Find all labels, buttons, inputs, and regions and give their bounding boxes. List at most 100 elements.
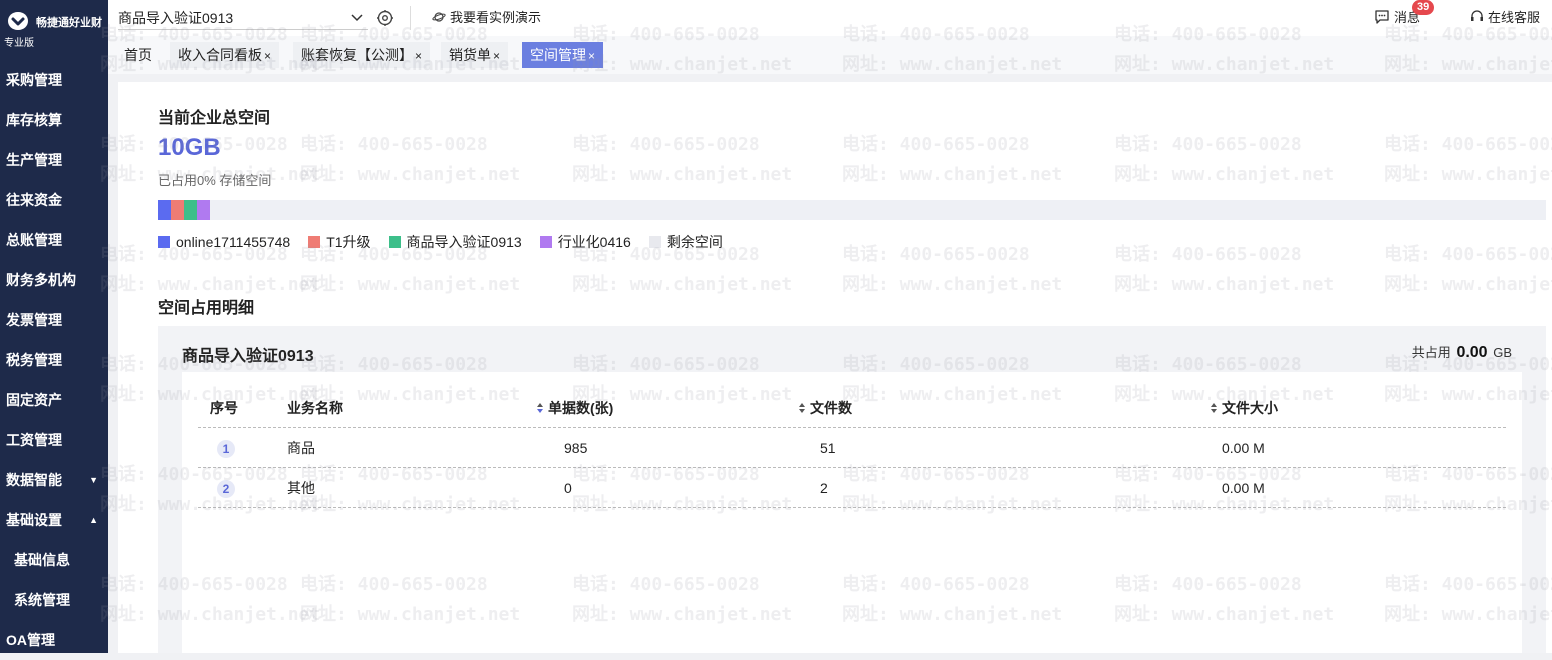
row-size-cell: 0.00 M [1222, 428, 1265, 468]
legend-label: 行业化0416 [557, 234, 631, 250]
row-files-cell: 2 [820, 468, 828, 508]
logo[interactable]: 畅捷通好业财 专业版 [4, 8, 106, 49]
online-support-button[interactable]: 在线客服 [1470, 9, 1540, 27]
col-header-files-label: 文件数 [810, 400, 852, 416]
sidebar-item-fixed-assets[interactable]: 固定资产 [0, 380, 108, 420]
usage-segment[interactable] [197, 200, 210, 220]
main-content: 当前企业总空间 10GB 已占用0% 存储空间 online1711455748… [118, 82, 1552, 653]
row-index: 2 [217, 480, 235, 498]
close-icon[interactable]: × [493, 49, 500, 63]
account-select[interactable]: 商品导入验证0913 [118, 6, 368, 30]
legend-item: 商品导入验证0913 [388, 234, 522, 250]
total-space-title: 当前企业总空间 [158, 110, 271, 127]
sidebar-item-label: 库存核算 [6, 112, 62, 128]
divider [410, 6, 411, 30]
tab-4[interactable]: 空间管理 × [522, 42, 604, 68]
row-docs-cell: 985 [564, 428, 587, 468]
legend-label: 剩余空间 [666, 234, 723, 250]
tab-2[interactable]: 账套恢复【公测】 × [293, 42, 431, 68]
settings-icon[interactable] [376, 9, 394, 27]
caret-up-icon: ▲ [89, 515, 98, 525]
row-files: 2 [820, 480, 828, 496]
sidebar-item-label: 税务管理 [6, 352, 62, 368]
sidebar-item-label: 固定资产 [6, 392, 62, 408]
sidebar-item-funds[interactable]: 往来资金 [0, 180, 108, 220]
sidebar-item-system[interactable]: 系统管理 [0, 580, 108, 620]
sidebar-item-production[interactable]: 生产管理 [0, 140, 108, 180]
caret-down-icon: ▼ [89, 475, 98, 485]
sidebar-item-label: 系统管理 [14, 592, 70, 608]
sidebar-item-label: 往来资金 [6, 192, 62, 208]
row-files: 51 [820, 440, 836, 456]
col-header-size[interactable]: 文件大小 [1210, 388, 1278, 428]
account-select-value: 商品导入验证0913 [118, 10, 234, 26]
detail-total-value: 0.00 [1456, 344, 1488, 361]
row-files-cell: 51 [820, 428, 836, 468]
chanjet-logo-icon [8, 12, 28, 30]
top-bar: 商品导入验证0913 我要看实例演示 消息 39 在线客服 [108, 0, 1552, 36]
tab-label: 首页 [124, 47, 152, 63]
table-row[interactable]: 2 其他 0 2 0.00 M [198, 468, 1506, 508]
col-header-index: 序号 [210, 400, 238, 416]
planet-icon [432, 12, 446, 22]
online-support-label: 在线客服 [1488, 10, 1541, 25]
sidebar-item-label: 基础信息 [14, 552, 70, 568]
sidebar-item-label: 生产管理 [6, 152, 62, 168]
row-index-cell: 2 [217, 468, 235, 508]
sidebar-item-purchase[interactable]: 采购管理 [0, 60, 108, 100]
legend-label: T1升级 [326, 234, 371, 250]
sidebar-item-tax[interactable]: 税务管理 [0, 340, 108, 380]
detail-table: 序号 业务名称 单据数(张) 文件数 文件大小 1 商品 985 51 0.00 M 2 其… [182, 372, 1522, 653]
row-size: 0.00 M [1222, 440, 1265, 456]
row-size: 0.00 M [1222, 480, 1265, 496]
table-row[interactable]: 1 商品 985 51 0.00 M [198, 428, 1506, 468]
usage-segment[interactable] [158, 200, 171, 220]
col-header-name: 业务名称 [287, 400, 343, 416]
sidebar-item-label: 总账管理 [6, 232, 62, 248]
legend-item: online1711455748 [158, 234, 290, 250]
tab-0[interactable]: 首页 [116, 42, 160, 68]
row-docs: 985 [564, 440, 588, 456]
usage-segment[interactable] [184, 200, 197, 220]
tab-label: 空间管理 [530, 47, 586, 63]
detail-account-name: 商品导入验证0913 [182, 348, 314, 365]
demo-link[interactable]: 我要看实例演示 [432, 9, 541, 27]
sidebar-item-label: 采购管理 [6, 72, 62, 88]
row-index: 1 [217, 440, 235, 458]
legend-label: 商品导入验证0913 [406, 234, 522, 250]
col-header-docs[interactable]: 单据数(张) [536, 388, 613, 428]
close-icon[interactable]: × [588, 49, 595, 63]
tab-3[interactable]: 销货单 × [441, 42, 509, 68]
sidebar-item-payroll[interactable]: 工资管理 [0, 420, 108, 460]
usage-segment[interactable] [171, 200, 184, 220]
tab-1[interactable]: 收入合同看板 × [170, 42, 280, 68]
sidebar-nav: 采购管理库存核算生产管理往来资金总账管理财务多机构发票管理税务管理固定资产工资管… [0, 60, 108, 660]
sidebar-item-ledger[interactable]: 总账管理 [0, 220, 108, 260]
usage-bar [158, 200, 1546, 220]
table-header: 序号 业务名称 单据数(张) 文件数 文件大小 [198, 388, 1506, 428]
row-name: 其他 [287, 480, 315, 496]
row-name-cell: 商品 [287, 428, 315, 468]
sidebar-item-data-intel[interactable]: 数据智能 ▼ [0, 460, 108, 500]
legend-swatch [158, 236, 170, 248]
sidebar: 畅捷通好业财 专业版 采购管理库存核算生产管理往来资金总账管理财务多机构发票管理… [0, 0, 108, 653]
row-docs: 0 [564, 480, 572, 496]
close-icon[interactable]: × [415, 49, 422, 63]
sidebar-item-inventory[interactable]: 库存核算 [0, 100, 108, 140]
sidebar-item-basic-info[interactable]: 基础信息 [0, 540, 108, 580]
sidebar-item-basic-settings[interactable]: 基础设置 ▲ [0, 500, 108, 540]
brand-name: 畅捷通好业财 [36, 17, 102, 29]
col-header-size-label: 文件大小 [1222, 400, 1278, 416]
legend-item: T1升级 [308, 234, 371, 250]
used-space-text: 已占用0% 存储空间 [158, 173, 272, 188]
row-size-cell: 0.00 M [1222, 468, 1265, 508]
sidebar-item-invoice[interactable]: 发票管理 [0, 300, 108, 340]
sidebar-item-label: 财务多机构 [6, 272, 76, 288]
close-icon[interactable]: × [264, 49, 271, 63]
tab-bar: 首页 收入合同看板 × 账套恢复【公测】 × 销货单 × 空间管理 × [108, 36, 1552, 74]
sidebar-item-multi-org[interactable]: 财务多机构 [0, 260, 108, 300]
sidebar-item-oa[interactable]: OA管理 [0, 620, 108, 660]
message-count-badge: 39 [1412, 0, 1435, 15]
col-header-files[interactable]: 文件数 [798, 388, 852, 428]
legend-item: 行业化0416 [539, 234, 631, 250]
